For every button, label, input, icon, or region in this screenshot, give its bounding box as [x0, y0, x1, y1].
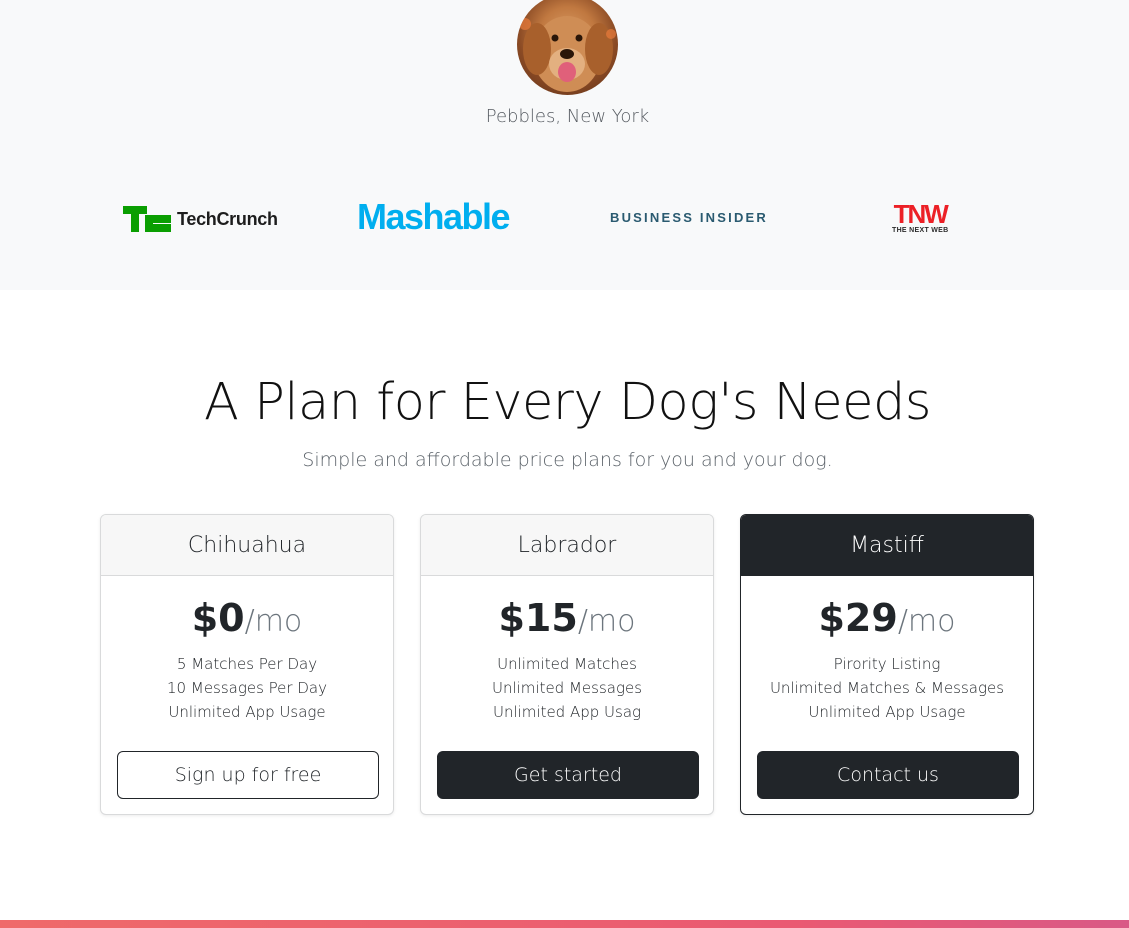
feature-item: Unlimited App Usage	[808, 703, 966, 721]
feature-item: Unlimited Matches & Messages	[769, 679, 1005, 697]
pricing-title: A Plan for Every Dog's Needs	[203, 373, 932, 432]
plan-card-labrador: Labrador $15/mo Unlimited Matches Unlimi…	[420, 514, 714, 815]
price-amount: $0	[191, 596, 245, 640]
feature-item: 5 Matches Per Day	[176, 655, 318, 673]
mashable-logo: Mashable	[357, 196, 511, 237]
plan-name: Mastiff	[741, 515, 1033, 576]
techcrunch-mark-icon	[123, 206, 171, 232]
plan-features: Pirority Listing Unlimited Matches & Mes…	[741, 652, 1033, 724]
feature-item: Unlimited Messages	[491, 679, 643, 697]
tnw-tagline: THE NEXT WEB	[892, 227, 949, 234]
tnw-logo: TNW THE NEXT WEB	[892, 199, 949, 234]
price-amount: $15	[498, 596, 578, 640]
price-amount: $29	[818, 596, 898, 640]
techcrunch-wordmark: TechCrunch	[177, 208, 278, 229]
sign-up-free-button[interactable]: Sign up for free	[117, 751, 379, 799]
business-insider-logo: BUSINESS INSIDER	[610, 210, 769, 225]
plan-features: 5 Matches Per Day 10 Messages Per Day Un…	[101, 652, 393, 724]
price-period: /mo	[897, 604, 956, 639]
plan-features: Unlimited Matches Unlimited Messages Unl…	[421, 652, 713, 724]
get-started-button[interactable]: Get started	[437, 751, 699, 799]
contact-us-button[interactable]: Contact us	[757, 751, 1019, 799]
feature-item: Pirority Listing	[833, 655, 941, 673]
plan-price: $0/mo	[101, 594, 393, 642]
footer-accent-bar	[0, 920, 1129, 928]
feature-item: 10 Messages Per Day	[167, 679, 327, 697]
feature-item: Unlimited Matches	[497, 655, 637, 673]
tnw-wordmark: TNW	[893, 199, 949, 229]
plan-name: Chihuahua	[101, 515, 393, 576]
plan-price: $15/mo	[421, 594, 713, 642]
plan-card-chihuahua: Chihuahua $0/mo 5 Matches Per Day 10 Mes…	[100, 514, 394, 815]
techcrunch-logo: TechCrunch	[123, 206, 278, 232]
plan-card-mastiff: Mastiff $29/mo Pirority Listing Unlimite…	[740, 514, 1034, 815]
pricing-subtitle: Simple and affordable price plans for yo…	[302, 449, 833, 471]
price-period: /mo	[577, 604, 636, 639]
testimonial-author: Pebbles, New York	[485, 106, 650, 127]
feature-item: Unlimited App Usage	[168, 703, 326, 721]
plan-name: Labrador	[421, 515, 713, 576]
price-period: /mo	[244, 604, 303, 639]
plan-price: $29/mo	[741, 594, 1033, 642]
feature-item: Unlimited App Usag	[492, 703, 642, 721]
